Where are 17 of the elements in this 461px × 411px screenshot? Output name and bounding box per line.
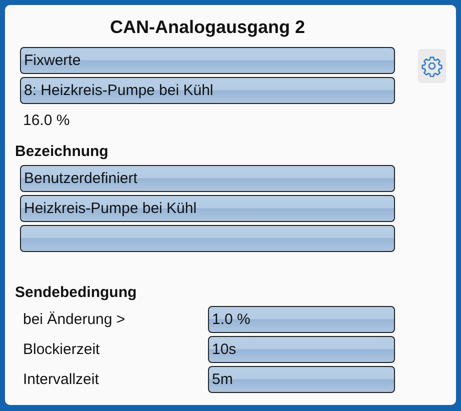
name-button[interactable]: Benutzerdefiniert [20,165,395,192]
setting-label: Blockierzeit [23,341,101,358]
value-text: 16.0 % [22,111,71,129]
value-button[interactable]: 10s [208,336,395,363]
section-heading: Bezeichnung [15,143,110,160]
settings-button[interactable] [418,49,446,83]
dialog-title: CAN-Analogausgang 2 [108,17,306,39]
settings-icon [421,55,443,77]
value-button[interactable]: 1.0 % [208,306,395,333]
name-button[interactable]: Heizkreis-Pumpe bei Kühl [20,195,395,222]
select-button[interactable]: 8: Heizkreis-Pumpe bei Kühl [20,77,395,104]
value-button[interactable]: 5m [208,366,395,393]
setting-label: Intervallzeit [23,371,100,388]
empty-button[interactable] [20,225,395,252]
select-button[interactable]: Fixwerte [20,47,395,74]
setting-label: bei Änderung > [23,311,126,328]
section-heading: Sendebedingung [15,284,138,301]
